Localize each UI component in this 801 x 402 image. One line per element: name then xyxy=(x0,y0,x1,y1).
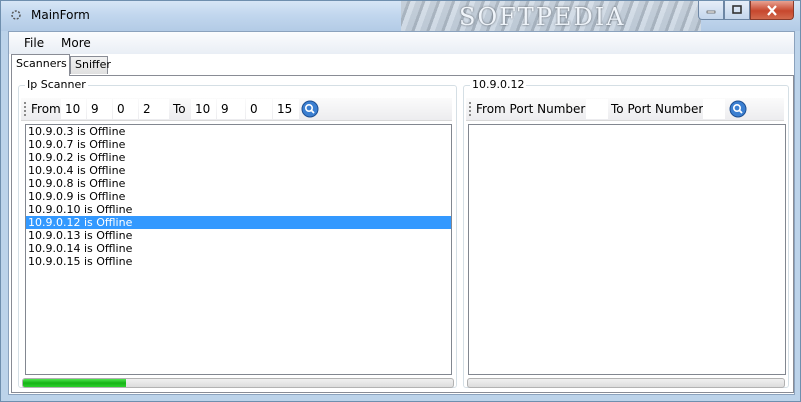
port-range-toolbar: From Port Number To Port Number xyxy=(466,98,784,121)
ip-scan-progress xyxy=(22,378,454,388)
list-item[interactable]: 10.9.0.3 is Offline xyxy=(26,125,451,138)
client-area: File More Scanners Sniffer Ip Scanner Fr… xyxy=(8,31,795,395)
tab-sniffer[interactable]: Sniffer xyxy=(70,56,111,74)
from-port-input[interactable] xyxy=(586,99,608,119)
list-item[interactable]: 10.9.0.4 is Offline xyxy=(26,164,451,177)
list-item[interactable]: 10.9.0.2 is Offline xyxy=(26,151,451,164)
main-window: MainForm SOFTPEDIA File More Scanners Sn… xyxy=(0,0,801,402)
to-octet-3[interactable] xyxy=(246,99,272,119)
minimize-button[interactable] xyxy=(698,1,724,20)
app-icon xyxy=(11,10,21,20)
port-scanner-title: 10.9.0.12 xyxy=(470,78,527,91)
list-item[interactable]: 10.9.0.9 is Offline xyxy=(26,190,451,203)
to-port-input[interactable] xyxy=(703,99,725,119)
port-scanner-group: 10.9.0.12 From Port Number To Port Numbe… xyxy=(463,78,789,388)
menu-more[interactable]: More xyxy=(61,36,91,50)
to-octet-4[interactable] xyxy=(273,99,299,119)
list-item[interactable]: 10.9.0.15 is Offline xyxy=(26,255,451,268)
tab-strip: Scanners Sniffer xyxy=(9,54,794,76)
from-port-label: From Port Number xyxy=(476,102,586,116)
to-octet-1[interactable] xyxy=(191,99,216,119)
port-scan-progress xyxy=(467,378,785,388)
ip-range-toolbar: From To xyxy=(21,98,452,121)
maximize-icon xyxy=(732,5,742,14)
toolbar-grip[interactable] xyxy=(469,102,471,116)
close-icon xyxy=(767,4,777,16)
minimize-icon xyxy=(706,10,716,14)
from-octet-1[interactable] xyxy=(61,99,86,119)
scanners-tab-page: Ip Scanner From To xyxy=(11,75,794,393)
port-results-list[interactable] xyxy=(468,124,786,375)
from-label: From xyxy=(31,102,61,116)
list-item[interactable]: 10.9.0.7 is Offline xyxy=(26,138,451,151)
ip-scan-progress-fill xyxy=(23,379,127,387)
window-title: MainForm xyxy=(31,8,90,22)
from-octet-4[interactable] xyxy=(139,99,169,119)
ip-scanner-group: Ip Scanner From To xyxy=(18,78,457,388)
ip-results-list[interactable]: 10.9.0.3 is Offline 10.9.0.7 is Offline 10… xyxy=(25,124,452,375)
to-port-label: To Port Number xyxy=(611,102,704,116)
watermark-text: SOFTPEDIA xyxy=(459,3,626,31)
to-label: To xyxy=(173,102,186,116)
menu-bar: File More xyxy=(9,32,794,55)
ip-scanner-title: Ip Scanner xyxy=(25,78,88,91)
toolbar-grip[interactable] xyxy=(24,102,26,116)
from-octet-3[interactable] xyxy=(113,99,138,119)
list-item[interactable]: 10.9.0.14 is Offline xyxy=(26,242,451,255)
close-button[interactable] xyxy=(750,1,794,20)
maximize-button[interactable] xyxy=(724,1,750,20)
title-bar[interactable]: MainForm SOFTPEDIA xyxy=(1,1,800,31)
list-item[interactable]: 10.9.0.8 is Offline xyxy=(26,177,451,190)
scan-ip-search-icon[interactable] xyxy=(301,100,319,118)
menu-file[interactable]: File xyxy=(24,36,44,50)
caption-buttons xyxy=(698,1,794,21)
scan-port-search-icon[interactable] xyxy=(729,100,747,118)
list-item[interactable]: 10.9.0.13 is Offline xyxy=(26,229,451,242)
watermark-image: SOFTPEDIA xyxy=(401,1,701,31)
tab-scanners[interactable]: Scanners xyxy=(11,54,70,76)
list-item[interactable]: 10.9.0.12 is Offline xyxy=(26,216,451,229)
list-item[interactable]: 10.9.0.10 is Offline xyxy=(26,203,451,216)
to-octet-2[interactable] xyxy=(217,99,245,119)
from-octet-2[interactable] xyxy=(87,99,112,119)
